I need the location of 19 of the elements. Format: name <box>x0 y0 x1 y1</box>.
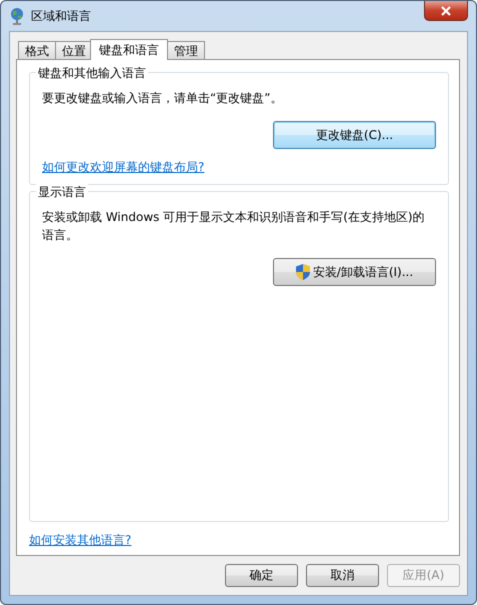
help-link[interactable]: 如何安装其他语言? <box>29 532 132 549</box>
help-link[interactable]: 如何更改欢迎屏幕的键盘布局? <box>42 159 204 176</box>
group-title: 键盘和其他输入语言 <box>36 65 148 82</box>
globe-icon <box>9 7 25 25</box>
description-text: 安装或卸载 Windows 可用于显示文本和识别语音和手写(在支持地区)的语言。 <box>42 209 426 244</box>
dialog-button[interactable]: 确定 <box>225 564 298 587</box>
tab[interactable]: 管理 <box>167 41 205 59</box>
group-title: 显示语言 <box>36 184 88 201</box>
close-icon <box>441 6 451 16</box>
description-text: 要更改键盘或输入语言，请单击“更改键盘”。 <box>42 90 284 107</box>
action-button[interactable]: 更改键盘(C)... <box>273 121 436 149</box>
shield-icon <box>296 264 310 280</box>
close-button[interactable] <box>424 1 468 21</box>
action-button[interactable]: 安装/卸载语言(I)... <box>273 258 436 286</box>
window-title: 区域和语言 <box>31 8 92 24</box>
dialog-button[interactable]: 取消 <box>306 564 379 587</box>
tab[interactable]: 格式 <box>18 41 56 59</box>
tab[interactable]: 位置 <box>55 41 93 59</box>
tab[interactable]: 键盘和语言 <box>90 39 168 60</box>
